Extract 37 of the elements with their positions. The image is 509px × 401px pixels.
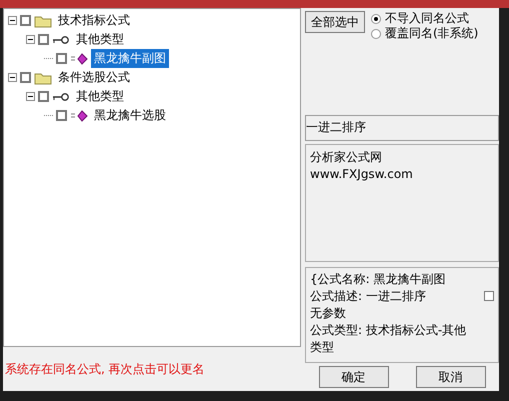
tree-checkbox[interactable]	[38, 34, 49, 45]
checkbox[interactable]	[484, 291, 494, 301]
dialog-button[interactable]: 取消	[416, 366, 486, 388]
status-message: 系统存在同名公式, 再次点击可以更名	[4, 360, 205, 378]
info-line: 无参数	[310, 305, 347, 322]
folder-icon	[34, 70, 52, 84]
folder-icon	[34, 14, 52, 28]
collapse-toggle[interactable]	[8, 16, 17, 25]
radio-option[interactable]: 不导入同名公式	[371, 11, 478, 26]
gem-icon	[70, 110, 88, 122]
note-line: www.FXJgsw.com	[310, 166, 414, 183]
radio-option[interactable]: 覆盖同名(非系统)	[371, 26, 478, 41]
select-all-button[interactable]: 全部选中	[305, 11, 365, 33]
info-line: 公式描述: 一进二排序	[310, 288, 427, 305]
tree-checkbox[interactable]	[20, 72, 31, 83]
collapse-toggle[interactable]	[8, 73, 17, 82]
dialog-button[interactable]: 确定	[318, 366, 388, 388]
gem-icon	[70, 52, 88, 64]
tree-item[interactable]: 技术指标公式	[55, 11, 133, 30]
tree-checkbox[interactable]	[20, 15, 31, 26]
collapse-toggle[interactable]	[26, 35, 35, 44]
tree-checkbox[interactable]	[56, 53, 67, 64]
tree-item[interactable]: 其他类型	[73, 30, 127, 49]
tree-item[interactable]: 黑龙擒牛选股	[91, 106, 169, 125]
tree-checkbox[interactable]	[56, 110, 67, 121]
description-field: 一进二排序	[305, 115, 499, 141]
info-line: {公式名称: 黑龙擒牛副图	[310, 271, 446, 288]
tree-item[interactable]: 黑龙擒牛副图	[91, 49, 169, 68]
info-line: 类型	[310, 339, 335, 356]
tree-checkbox[interactable]	[38, 91, 49, 102]
info-line: 公式类型: 技术指标公式-其他	[310, 322, 466, 339]
tree-item[interactable]: 其他类型	[73, 87, 127, 106]
key-icon	[52, 34, 70, 44]
collapse-toggle[interactable]	[26, 92, 35, 101]
tree-item[interactable]: 条件选股公式	[55, 68, 133, 87]
key-icon	[52, 92, 70, 102]
note-line: 分析家公式网	[310, 149, 383, 166]
